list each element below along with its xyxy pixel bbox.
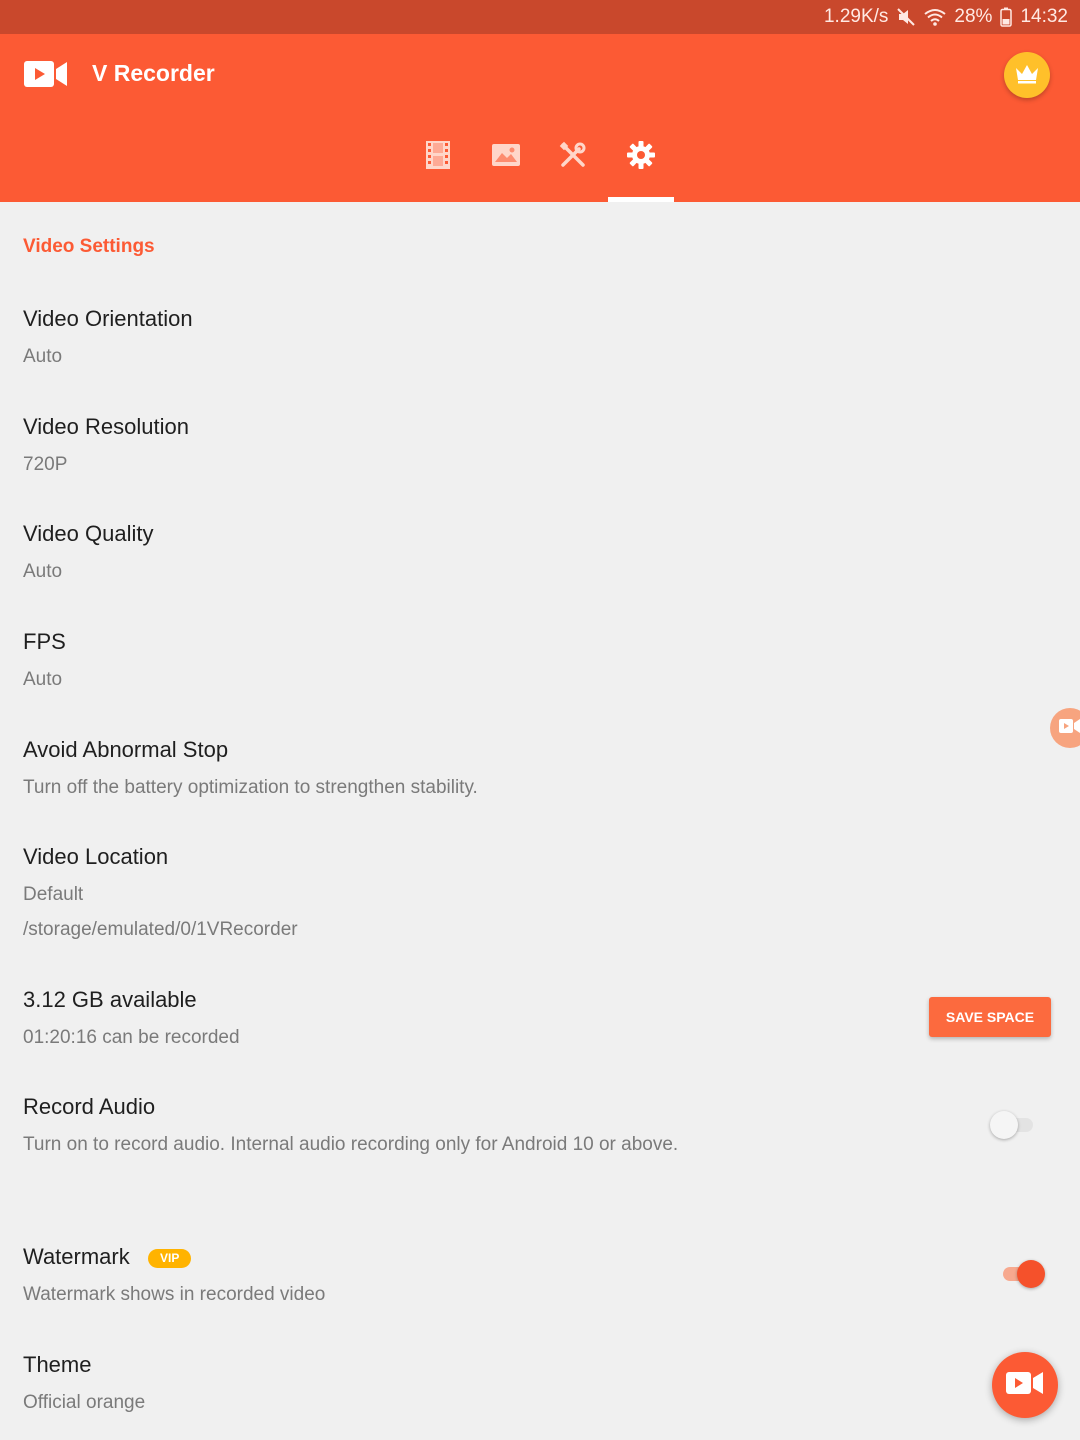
setting-title: FPS: [23, 629, 66, 654]
setting-description: Turn on to record audio. Internal audio …: [23, 1134, 679, 1155]
setting-video-orientation[interactable]: Video Orientation Auto: [0, 306, 1080, 378]
setting-video-quality[interactable]: Video Quality Auto: [0, 521, 1080, 593]
section-header-video-settings: Video Settings: [23, 236, 155, 257]
setting-value: Default: [23, 884, 84, 905]
setting-value: 720P: [23, 454, 68, 475]
app-title: V Recorder: [92, 60, 215, 86]
setting-title: Record Audio: [23, 1094, 156, 1119]
app-bar: V Recorder: [0, 34, 1080, 202]
tab-tools[interactable]: [540, 130, 606, 184]
setting-title: Theme: [23, 1352, 92, 1377]
setting-description: 01:20:16 can be recorded: [23, 1027, 240, 1048]
setting-title: Video Location: [23, 844, 169, 869]
setting-title: Video Quality: [23, 521, 154, 546]
setting-watermark[interactable]: Watermark VIP Watermark shows in recorde…: [0, 1244, 1080, 1316]
setting-video-resolution[interactable]: Video Resolution 720P: [0, 414, 1080, 486]
record-audio-toggle[interactable]: [990, 1110, 1043, 1140]
toggle-thumb: [990, 1111, 1018, 1139]
setting-title: 3.12 GB available: [23, 987, 197, 1012]
premium-crown-button[interactable]: [1004, 52, 1050, 98]
setting-avoid-abnormal-stop[interactable]: Avoid Abnormal Stop Turn off the battery…: [0, 737, 1080, 809]
app-logo-icon: [24, 59, 68, 94]
tab-settings[interactable]: [608, 130, 674, 184]
setting-storage-available: 3.12 GB available 01:20:16 can be record…: [0, 987, 1080, 1059]
status-bar: 1.29K/s 28% 14:32: [0, 0, 1080, 34]
tab-images[interactable]: [473, 130, 539, 184]
mute-icon: [896, 7, 916, 27]
setting-theme[interactable]: Theme Official orange: [0, 1352, 1080, 1424]
crown-icon: [1013, 61, 1041, 90]
setting-title: Video Resolution: [23, 414, 189, 439]
network-speed: 1.29K/s: [823, 6, 889, 27]
setting-path: /storage/emulated/0/1VRecorder: [23, 919, 298, 940]
image-icon: [491, 143, 521, 172]
film-icon: [425, 140, 451, 175]
setting-value: Auto: [23, 669, 63, 690]
setting-description: Watermark shows in recorded video: [23, 1284, 326, 1305]
video-camera-icon: [1006, 1370, 1044, 1401]
setting-value: Auto: [23, 346, 63, 367]
setting-value: Official orange: [23, 1392, 146, 1413]
setting-title: Avoid Abnormal Stop: [23, 737, 229, 762]
setting-title: Watermark: [23, 1244, 130, 1269]
setting-description: Turn off the battery optimization to str…: [23, 777, 478, 798]
wifi-icon: [924, 8, 947, 26]
toggle-thumb: [1017, 1260, 1045, 1288]
camera-icon: [1059, 718, 1080, 739]
watermark-toggle[interactable]: [999, 1259, 1049, 1289]
tab-indicator: [608, 197, 674, 202]
tab-videos[interactable]: [405, 130, 471, 184]
gear-icon: [626, 140, 656, 175]
setting-video-location[interactable]: Video Location Default /storage/emulated…: [0, 844, 1080, 944]
record-fab-button[interactable]: [992, 1352, 1058, 1418]
setting-record-audio[interactable]: Record Audio Turn on to record audio. In…: [0, 1094, 1080, 1166]
save-space-button[interactable]: SAVE SPACE: [929, 997, 1051, 1037]
tools-icon: [559, 141, 587, 174]
battery-level: 28%: [954, 6, 993, 27]
setting-value: Auto: [23, 561, 63, 582]
clock: 14:32: [1020, 6, 1068, 27]
battery-icon: [1000, 7, 1013, 27]
setting-title: Video Orientation: [23, 306, 193, 331]
setting-fps[interactable]: FPS Auto: [0, 629, 1080, 701]
vip-badge: VIP: [148, 1249, 192, 1268]
